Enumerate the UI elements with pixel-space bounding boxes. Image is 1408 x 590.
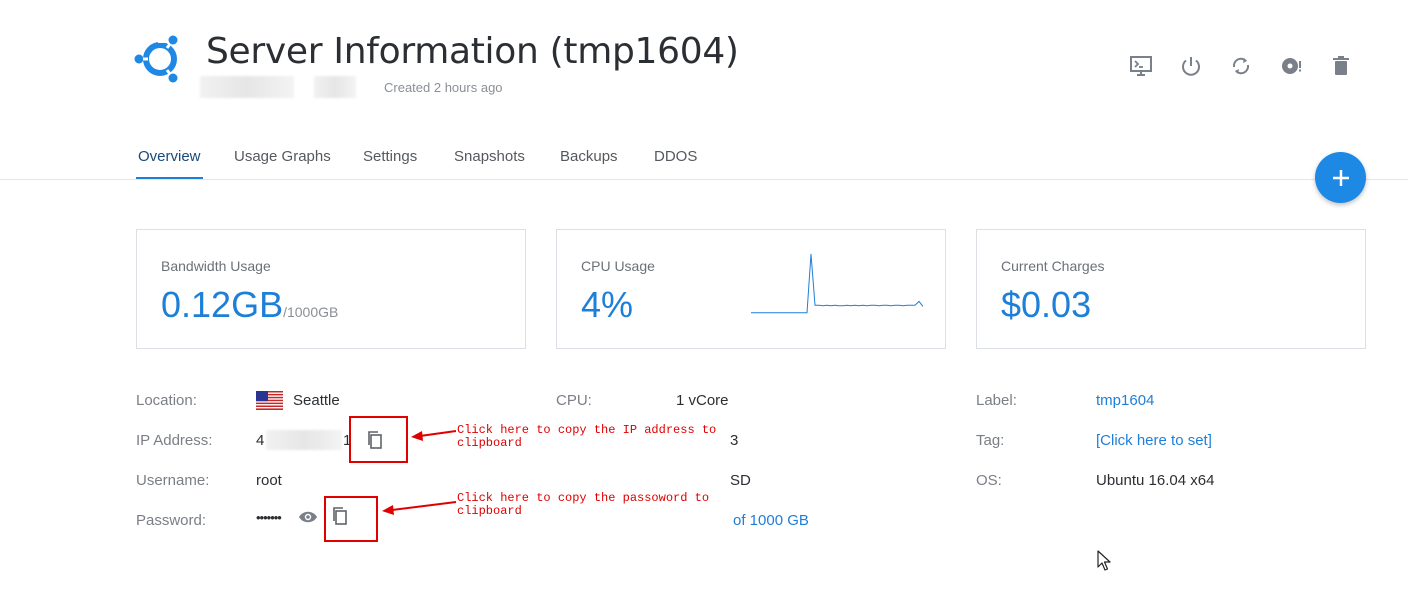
- redacted-info: [200, 76, 294, 98]
- trash-icon: [1333, 56, 1349, 75]
- mouse-cursor-icon: [1097, 550, 1111, 571]
- bandwidth-unit: /1000GB: [283, 304, 339, 320]
- cpu-cores-value: 1 vCore: [676, 392, 729, 409]
- password-annotation-arrow: [382, 501, 457, 515]
- tab-overview[interactable]: Overview: [136, 138, 203, 179]
- tab-snapshots[interactable]: Snapshots: [452, 138, 527, 177]
- ram-value-fragment: 3: [730, 432, 739, 449]
- ip-annotation-arrow: [411, 430, 457, 441]
- username-label: Username:: [136, 472, 210, 489]
- os-label: OS:: [976, 472, 1002, 489]
- tab-backups[interactable]: Backups: [558, 138, 620, 177]
- storage-value-fragment: SD: [730, 472, 751, 489]
- console-icon: [1130, 56, 1152, 76]
- cpu-value: 4%: [581, 284, 634, 325]
- ubuntu-logo-icon: [134, 35, 178, 83]
- location-label: Location:: [136, 392, 197, 409]
- label-label: Label:: [976, 392, 1017, 409]
- cpu-label: CPU:: [556, 392, 592, 409]
- bandwidth-amount: 0.12GB: [161, 284, 284, 325]
- cpu-title: CPU Usage: [581, 258, 655, 274]
- cpu-sparkline: [751, 253, 923, 314]
- plus-icon: [1332, 169, 1349, 186]
- bandwidth-card: Bandwidth Usage 0.12GB/1000GB: [136, 229, 526, 349]
- restart-icon: [1232, 57, 1250, 75]
- cpu-sparkline-line: [751, 253, 923, 314]
- reinstall-icon: [1282, 58, 1301, 74]
- charges-value: $0.03: [1001, 284, 1092, 325]
- password-annotation-text: Click here to copy the passoword to clip…: [457, 491, 710, 518]
- redacted-info: [314, 76, 356, 98]
- tag-label: Tag:: [976, 432, 1005, 449]
- ip-copy-highlight: [349, 416, 408, 463]
- tabs-divider: [0, 179, 1408, 180]
- password-value: •••••••: [256, 510, 282, 525]
- tab-usage-graphs[interactable]: Usage Graphs: [232, 138, 333, 177]
- label-value[interactable]: tmp1604: [1096, 392, 1154, 409]
- redacted-ip: [266, 430, 342, 450]
- tab-settings[interactable]: Settings: [361, 138, 419, 177]
- reinstall-button[interactable]: [1278, 53, 1304, 79]
- console-button[interactable]: [1128, 53, 1154, 79]
- password-copy-highlight: [324, 496, 378, 542]
- username-value: root: [256, 472, 282, 489]
- charges-title: Current Charges: [1001, 258, 1105, 274]
- tag-value[interactable]: [Click here to set]: [1096, 432, 1212, 449]
- charges-card: Current Charges $0.03: [976, 229, 1366, 349]
- delete-button[interactable]: [1328, 53, 1354, 79]
- location-value: Seattle: [293, 392, 340, 409]
- password-label: Password:: [136, 512, 207, 529]
- ip-value-start[interactable]: 4: [256, 432, 264, 449]
- os-value: Ubuntu 16.04 x64: [1096, 472, 1215, 489]
- restart-button[interactable]: [1228, 53, 1254, 79]
- ip-annotation-text: Click here to copy the IP address to cli…: [457, 423, 717, 450]
- created-time: Created 2 hours ago: [384, 80, 503, 95]
- power-icon: [1182, 57, 1200, 76]
- page-title: Server Information (tmp1604): [206, 31, 739, 72]
- bandwidth-link-fragment[interactable]: of 1000 GB: [733, 512, 809, 529]
- us-flag-icon: [256, 391, 283, 410]
- ip-label: IP Address:: [136, 432, 213, 449]
- bandwidth-value: 0.12GB/1000GB: [161, 284, 338, 326]
- server-toolbar: [1124, 53, 1359, 79]
- show-password-icon[interactable]: [298, 508, 318, 526]
- power-button[interactable]: [1178, 53, 1204, 79]
- tab-ddos[interactable]: DDOS: [652, 138, 699, 177]
- cpu-card: CPU Usage 4%: [556, 229, 946, 349]
- bandwidth-title: Bandwidth Usage: [161, 258, 271, 274]
- add-button[interactable]: [1315, 152, 1366, 203]
